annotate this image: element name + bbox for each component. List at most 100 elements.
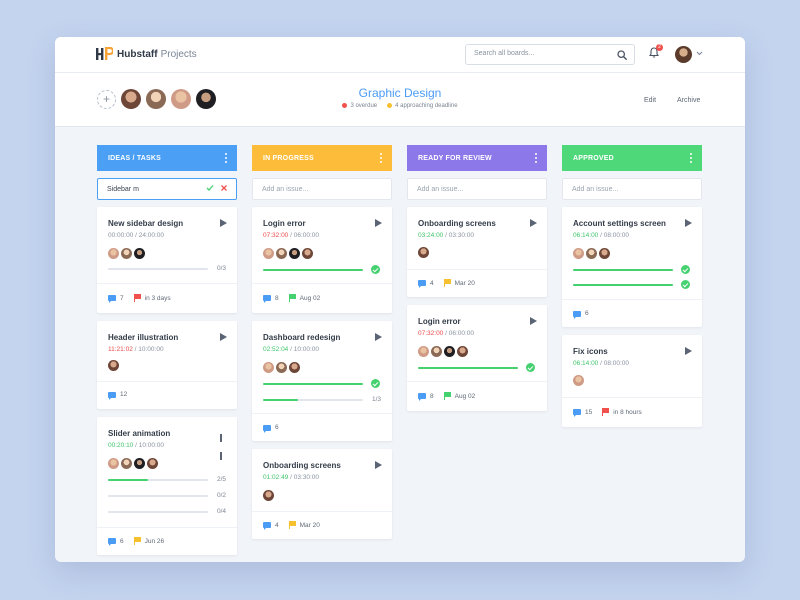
progress-bar <box>108 479 208 481</box>
issue-card[interactable]: Slider animation 00:20:10 / 10:00:00 2/5… <box>97 417 237 555</box>
column-in-progress-header: IN PROGRESS <box>252 145 392 171</box>
card-divider <box>252 511 392 512</box>
play-icon[interactable] <box>375 219 382 227</box>
card-time: 07:32:00 / 06:00:00 <box>418 330 474 337</box>
issue-card[interactable]: Onboarding screens 03:24:00 / 03:30:00 4… <box>407 207 547 297</box>
comment-icon <box>108 295 116 303</box>
card-meta: 4 Mar 20 <box>418 279 485 288</box>
add-issue-input[interactable]: Add an issue... <box>562 178 702 200</box>
member-avatar[interactable] <box>121 89 141 109</box>
play-icon[interactable] <box>375 461 382 469</box>
issue-card[interactable]: Onboarding screens 01:02:49 / 03:30:00 4… <box>252 449 392 539</box>
member-avatar[interactable] <box>171 89 191 109</box>
comment-icon <box>108 538 116 546</box>
comments[interactable]: 8 <box>418 393 434 401</box>
due-label: Mar 20 <box>299 521 320 529</box>
progress-bar <box>263 269 363 271</box>
play-icon[interactable] <box>530 219 537 227</box>
flag-icon <box>443 279 451 287</box>
app-logo[interactable]: Hubstaff Projects <box>96 47 197 61</box>
comments[interactable]: 6 <box>573 310 589 319</box>
pause-icon[interactable] <box>220 429 227 460</box>
play-icon[interactable] <box>685 347 692 355</box>
progress-bar <box>108 268 208 270</box>
comment-icon <box>418 280 426 288</box>
comment-icon <box>108 391 116 400</box>
comments[interactable]: 8 <box>263 295 279 303</box>
comment-count: 4 <box>430 279 434 287</box>
card-assignees <box>263 362 302 373</box>
play-icon[interactable] <box>530 317 537 325</box>
assignee-avatar <box>108 458 119 469</box>
comments[interactable]: 4 <box>418 279 434 288</box>
flag-icon <box>288 521 296 529</box>
column-title: READY FOR REVIEW <box>418 155 492 162</box>
card-assignees <box>573 248 612 259</box>
add-member-button[interactable]: + <box>97 90 116 109</box>
time-estimate: / 03:30:00 <box>290 474 320 481</box>
play-icon[interactable] <box>685 219 692 227</box>
play-icon[interactable] <box>375 333 382 341</box>
card-title: Header illustration <box>108 333 179 342</box>
time-elapsed: 01:02:49 <box>263 474 289 481</box>
close-icon[interactable] <box>220 184 228 192</box>
card-time: 06:14:00 / 08:00:00 <box>573 360 629 367</box>
add-issue-input[interactable]: Add an issue... <box>407 178 547 200</box>
comment-icon <box>573 310 581 319</box>
archive-button[interactable]: Archive <box>677 97 700 104</box>
issue-card[interactable]: Login error 07:32:00 / 06:00:00 8 Aug 02 <box>407 305 547 411</box>
approaching-dot-icon <box>387 103 393 108</box>
progress-bar <box>573 284 673 286</box>
due-label: Aug 02 <box>299 294 321 302</box>
progress-count: 0/2 <box>216 492 226 499</box>
user-avatar[interactable] <box>675 46 692 63</box>
card-title: Login error <box>418 317 461 326</box>
issue-card[interactable]: Dashboard redesign 02:52:04 / 10:00:00 1… <box>252 321 392 441</box>
check-icon[interactable] <box>206 184 214 192</box>
due-date: in 8 hours <box>602 408 642 416</box>
comments[interactable]: 12 <box>108 391 127 400</box>
play-icon[interactable] <box>220 219 227 227</box>
card-time: 06:14:00 / 08:00:00 <box>573 232 629 239</box>
card-title: New sidebar design <box>108 219 184 228</box>
time-estimate: / 06:00:00 <box>445 330 475 337</box>
overdue-dot-icon <box>342 103 348 108</box>
comments[interactable]: 6 <box>263 424 279 433</box>
flag-icon <box>602 408 610 416</box>
more-vertical-icon[interactable] <box>225 153 227 165</box>
time-elapsed: 03:24:00 <box>418 232 444 239</box>
notification-badge: 2 <box>656 44 663 51</box>
issue-card[interactable]: Login error 07:32:00 / 06:00:00 8 Aug 02 <box>252 207 392 313</box>
card-divider <box>97 283 237 284</box>
member-avatar[interactable] <box>146 89 166 109</box>
top-bar: Hubstaff Projects Search all boards... 2 <box>55 37 745 73</box>
search-icon[interactable] <box>617 50 627 60</box>
play-icon[interactable] <box>220 333 227 341</box>
chevron-down-icon[interactable] <box>696 51 703 56</box>
issue-card[interactable]: Fix icons 06:14:00 / 08:00:00 15 in 8 ho… <box>562 335 702 427</box>
flag-icon <box>133 294 141 302</box>
comments[interactable]: 7 <box>108 294 124 303</box>
edit-button[interactable]: Edit <box>644 97 656 104</box>
member-avatar[interactable] <box>196 89 216 109</box>
progress-count: 1/3 <box>371 396 381 403</box>
more-vertical-icon[interactable] <box>535 153 537 165</box>
comment-count: 7 <box>120 294 124 302</box>
due-label: Aug 02 <box>454 392 476 400</box>
card-divider <box>562 397 702 398</box>
issue-card[interactable]: Header illustration 11:21:02 / 10:00:00 … <box>97 321 237 409</box>
comments[interactable]: 4 <box>263 522 279 530</box>
comments[interactable]: 6 <box>108 538 124 546</box>
add-issue-input[interactable]: Add an issue... <box>252 178 392 200</box>
add-issue-input[interactable]: Sidebar m <box>97 178 237 200</box>
search-input[interactable]: Search all boards... <box>465 44 635 65</box>
assignee-avatar <box>302 248 313 259</box>
comments[interactable]: 15 <box>573 409 592 417</box>
more-vertical-icon[interactable] <box>690 153 692 165</box>
issue-card[interactable]: Account settings screen 06:14:00 / 08:00… <box>562 207 702 327</box>
app-window: Hubstaff Projects Search all boards... 2… <box>55 37 745 562</box>
card-time: 01:02:49 / 03:30:00 <box>263 474 319 481</box>
comment-icon <box>573 409 581 417</box>
issue-card[interactable]: New sidebar design 00:00:00 / 24:00:00 0… <box>97 207 237 313</box>
more-vertical-icon[interactable] <box>380 153 382 165</box>
